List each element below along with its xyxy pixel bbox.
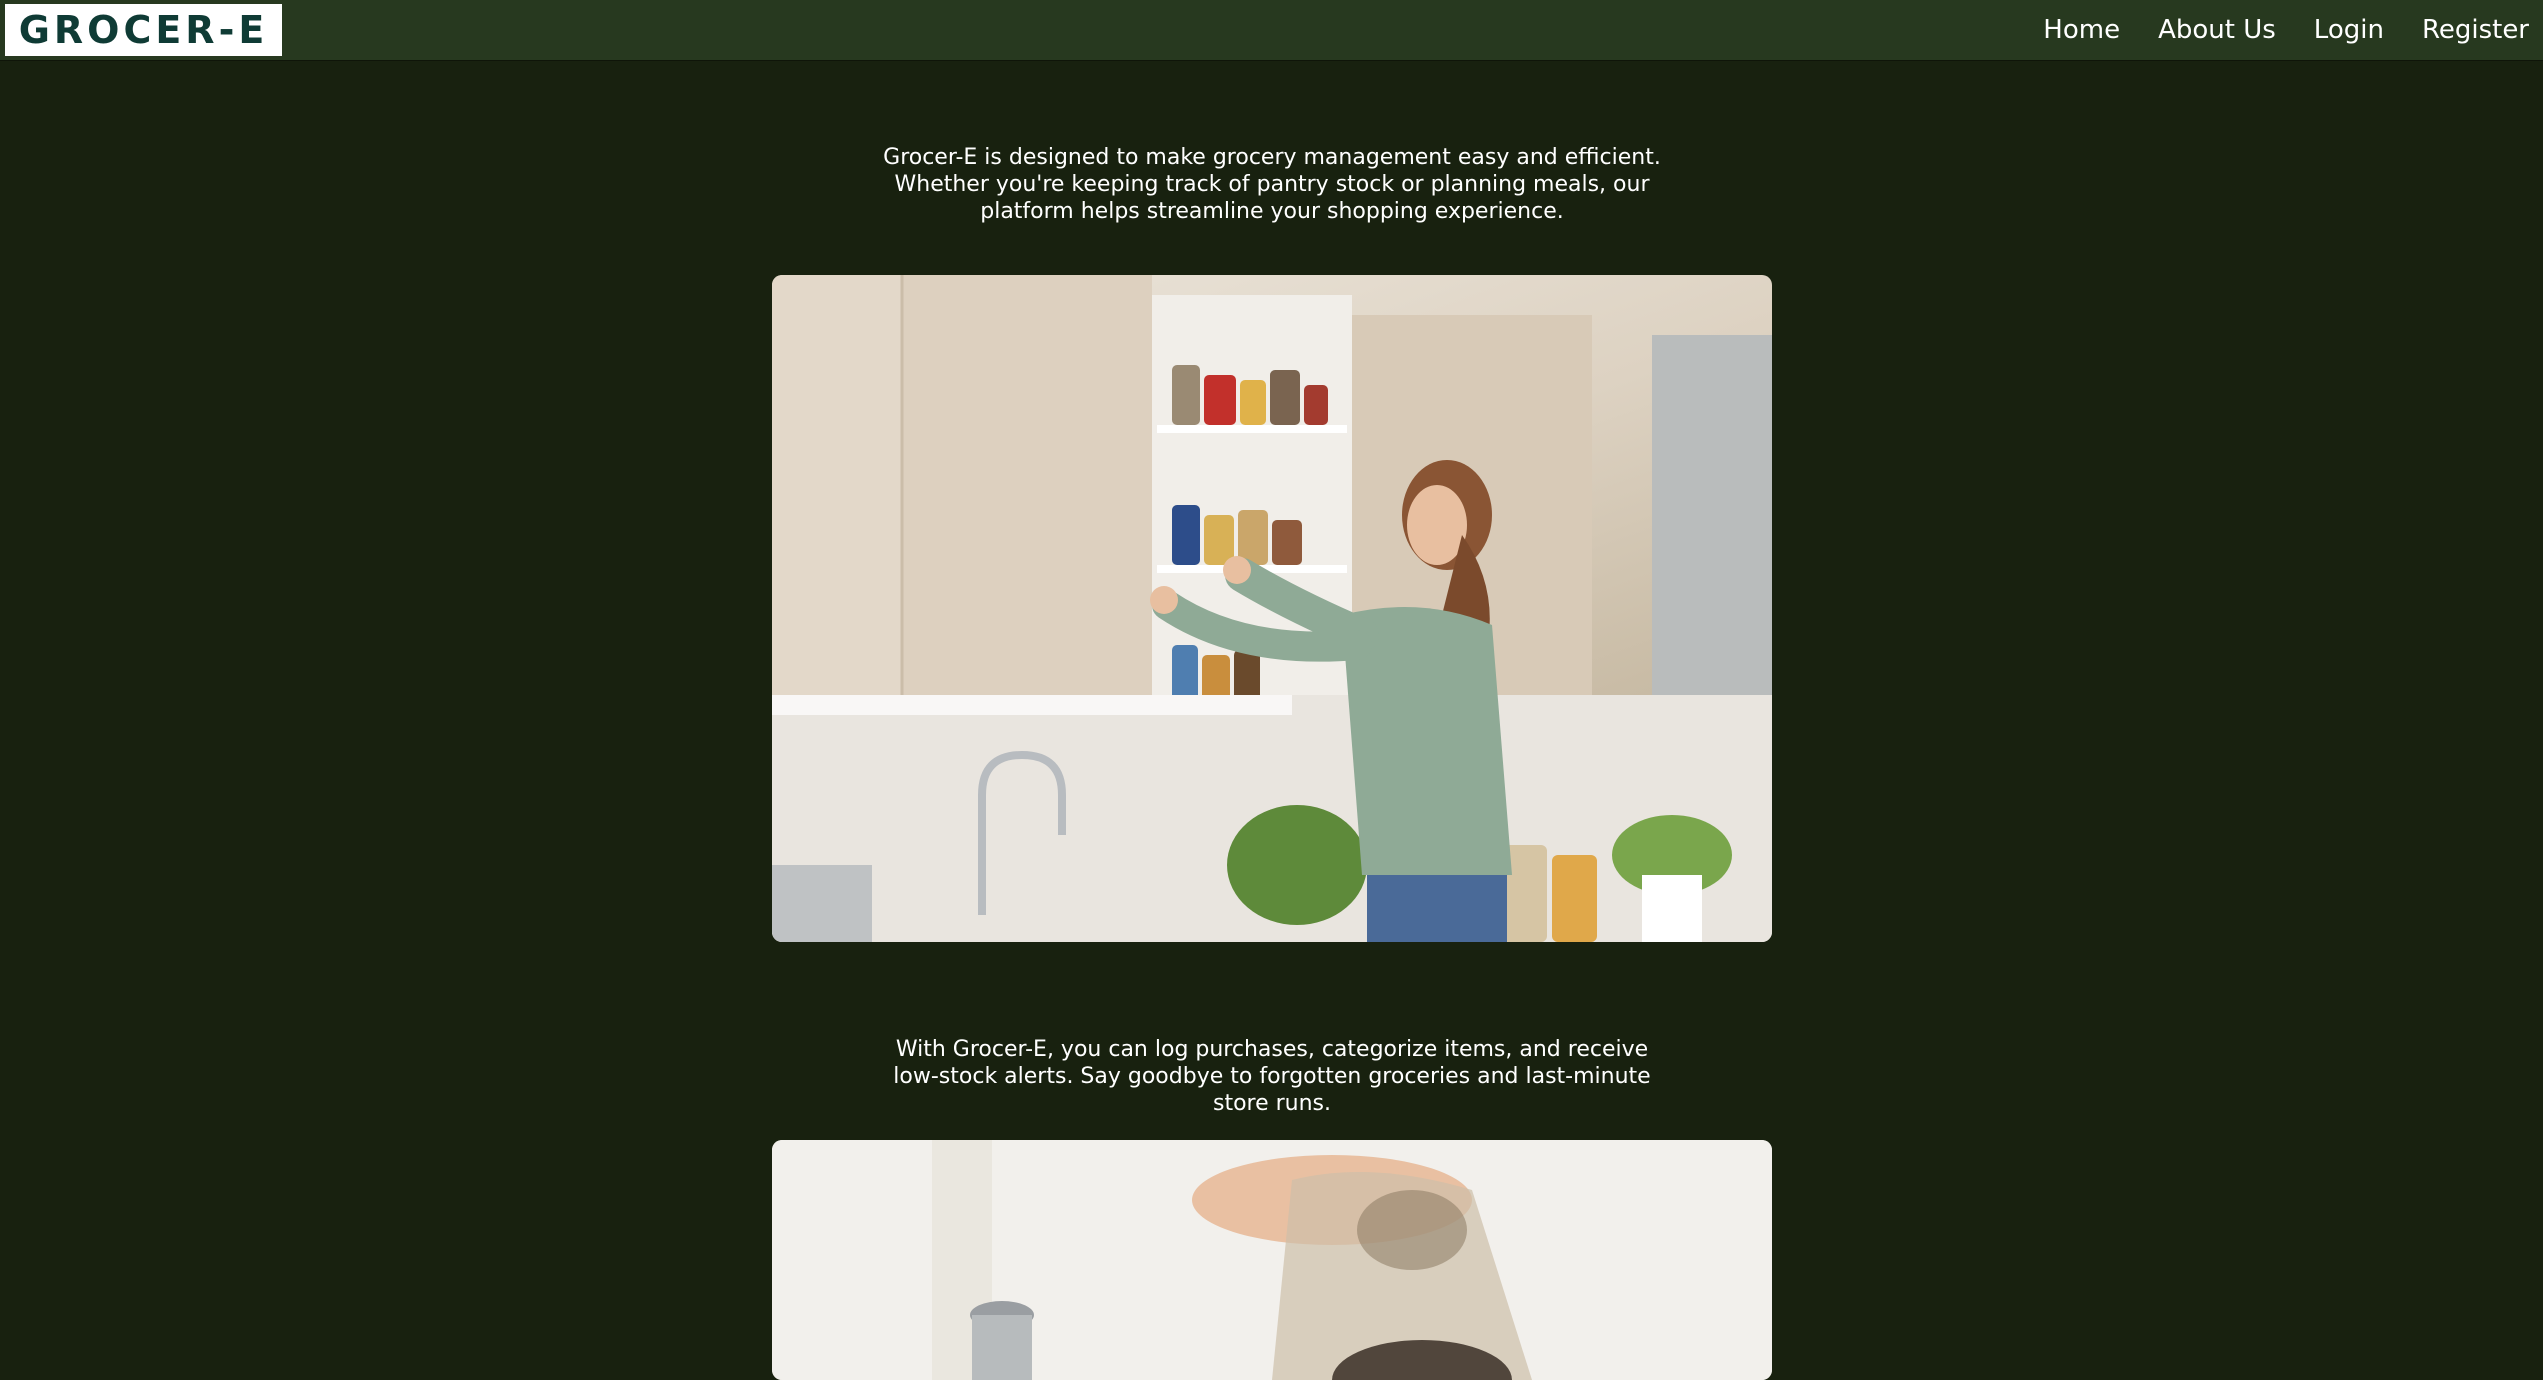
- logo[interactable]: GROCER-E: [5, 4, 282, 56]
- nav-about-us-link[interactable]: About Us: [2158, 15, 2276, 45]
- grocery-bag-image: [772, 1140, 1772, 1380]
- nav-login-link[interactable]: Login: [2314, 15, 2384, 45]
- top-navbar: GROCER-E Home About Us Login Register: [0, 0, 2543, 60]
- kitchen-pantry-illustration: [772, 275, 1772, 942]
- kitchen-pantry-image: [772, 275, 1772, 942]
- nav-links: Home About Us Login Register: [2043, 0, 2529, 60]
- features-paragraph: With Grocer-E, you can log purchases, ca…: [893, 1037, 1651, 1116]
- logo-text: GROCER-E: [18, 8, 269, 52]
- nav-home-link[interactable]: Home: [2043, 15, 2120, 45]
- intro-paragraph: Grocer-E is designed to make grocery man…: [883, 145, 1661, 224]
- nav-register-link[interactable]: Register: [2422, 15, 2529, 45]
- grocery-bag-illustration: [772, 1140, 1772, 1380]
